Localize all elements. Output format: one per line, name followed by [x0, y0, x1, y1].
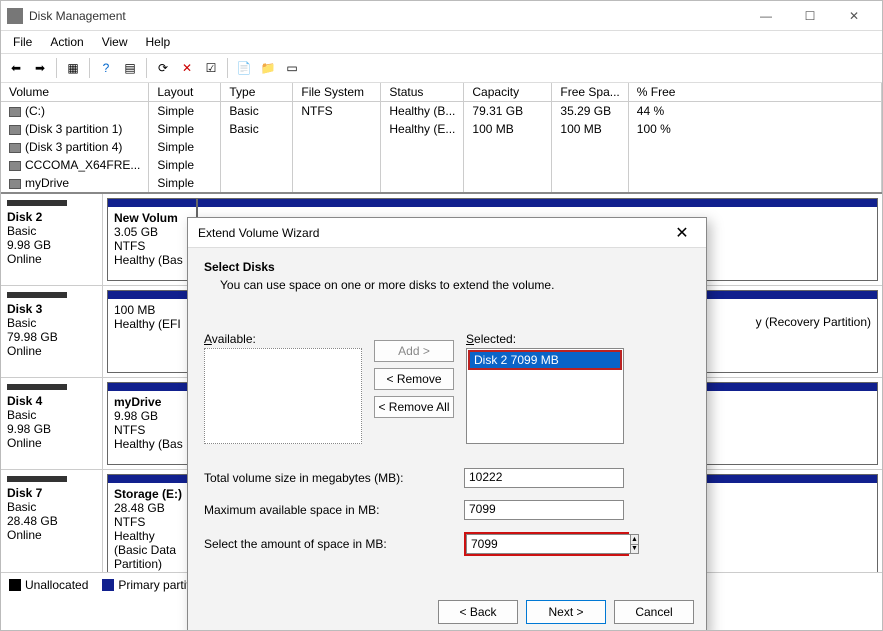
disk-management-window: Disk Management — ☐ ✕ File Action View H…: [0, 0, 883, 631]
maximize-button[interactable]: ☐: [788, 2, 832, 30]
available-listbox[interactable]: [204, 348, 362, 444]
max-space-label: Maximum available space in MB:: [204, 503, 464, 517]
help-icon[interactable]: ?: [95, 57, 117, 79]
selected-label: Selected:: [466, 332, 624, 346]
close-button[interactable]: ✕: [832, 2, 876, 30]
back-icon[interactable]: ⬅: [5, 57, 27, 79]
menu-view[interactable]: View: [94, 33, 136, 51]
remove-button[interactable]: < Remove: [374, 368, 454, 390]
max-space-value: 7099: [464, 500, 624, 520]
disk-info[interactable]: Disk 2Basic9.98 GBOnline: [1, 194, 103, 285]
spin-down-icon[interactable]: ▼: [631, 545, 638, 554]
minimize-button[interactable]: —: [744, 2, 788, 30]
partition[interactable]: myDrive9.98 GB NTFSHealthy (Bas: [107, 382, 197, 465]
grid-icon[interactable]: ▦: [62, 57, 84, 79]
menu-help[interactable]: Help: [138, 33, 179, 51]
legend-unallocated: Unallocated: [25, 578, 88, 592]
col-freespace[interactable]: Free Spa...: [552, 83, 628, 102]
menu-action[interactable]: Action: [42, 33, 91, 51]
window-title: Disk Management: [29, 9, 744, 23]
back-button[interactable]: < Back: [438, 600, 518, 624]
col-pctfree[interactable]: % Free: [628, 83, 881, 102]
volume-row[interactable]: (Disk 3 partition 1)SimpleBasicHealthy (…: [1, 120, 882, 138]
volume-row[interactable]: (Disk 3 partition 4)Simple: [1, 138, 882, 156]
partition[interactable]: 100 MBHealthy (EFI: [107, 290, 197, 373]
remove-all-button[interactable]: < Remove All: [374, 396, 454, 418]
add-button[interactable]: Add >: [374, 340, 454, 362]
next-button[interactable]: Next >: [526, 600, 606, 624]
disk-info[interactable]: Disk 7Basic28.48 GBOnline: [1, 470, 103, 572]
total-size-label: Total volume size in megabytes (MB):: [204, 471, 464, 485]
disk-info[interactable]: Disk 4Basic9.98 GBOnline: [1, 378, 103, 469]
properties-icon[interactable]: ☑: [200, 57, 222, 79]
list-icon[interactable]: ▤: [119, 57, 141, 79]
settings-icon[interactable]: ▭: [281, 57, 303, 79]
selected-disk-item[interactable]: Disk 2 7099 MB: [468, 350, 622, 370]
col-status[interactable]: Status: [381, 83, 464, 102]
spin-up-icon[interactable]: ▲: [631, 535, 638, 545]
col-type[interactable]: Type: [221, 83, 293, 102]
new-icon[interactable]: 📄: [233, 57, 255, 79]
partition[interactable]: New Volum3.05 GB NTFSHealthy (Bas: [107, 198, 197, 281]
volume-row[interactable]: myDriveSimple: [1, 174, 882, 192]
volume-row[interactable]: (C:)SimpleBasicNTFSHealthy (B...79.31 GB…: [1, 102, 882, 121]
forward-icon[interactable]: ➡: [29, 57, 51, 79]
extend-volume-dialog: Extend Volume Wizard ✕ Select Disks You …: [187, 217, 707, 630]
dialog-heading: Select Disks: [204, 260, 690, 274]
col-layout[interactable]: Layout: [149, 83, 221, 102]
amount-input[interactable]: [466, 534, 630, 554]
refresh-icon[interactable]: ⟳: [152, 57, 174, 79]
disk-info[interactable]: Disk 3Basic79.98 GBOnline: [1, 286, 103, 377]
col-volume[interactable]: Volume: [1, 83, 149, 102]
volume-row[interactable]: CCCOMA_X64FRE...Simple: [1, 156, 882, 174]
dialog-titlebar: Extend Volume Wizard ✕: [188, 218, 706, 248]
col-capacity[interactable]: Capacity: [464, 83, 552, 102]
total-size-value: 10222: [464, 468, 624, 488]
dialog-subheading: You can use space on one or more disks t…: [204, 278, 690, 292]
wizard-icon[interactable]: 📁: [257, 57, 279, 79]
available-label: AAvailable:vailable:: [204, 332, 362, 346]
dialog-title: Extend Volume Wizard: [198, 226, 668, 240]
col-filesystem[interactable]: File System: [293, 83, 381, 102]
volume-table: Volume Layout Type File System Status Ca…: [1, 83, 882, 192]
selected-listbox[interactable]: Disk 2 7099 MB: [466, 348, 624, 444]
titlebar: Disk Management — ☐ ✕: [1, 1, 882, 31]
app-icon: [7, 8, 23, 24]
cancel-button[interactable]: Cancel: [614, 600, 694, 624]
dialog-close-button[interactable]: ✕: [668, 221, 696, 245]
menu-file[interactable]: File: [5, 33, 40, 51]
amount-spinner[interactable]: ▲ ▼: [464, 532, 629, 556]
amount-label: Select the amount of space in MB:: [204, 537, 464, 551]
menubar: File Action View Help: [1, 31, 882, 53]
partition[interactable]: Storage (E:)28.48 GB NTFSHealthy (Basic …: [107, 474, 197, 572]
delete-icon[interactable]: ✕: [176, 57, 198, 79]
toolbar: ⬅ ➡ ▦ ? ▤ ⟳ ✕ ☑ 📄 📁 ▭: [1, 53, 882, 83]
